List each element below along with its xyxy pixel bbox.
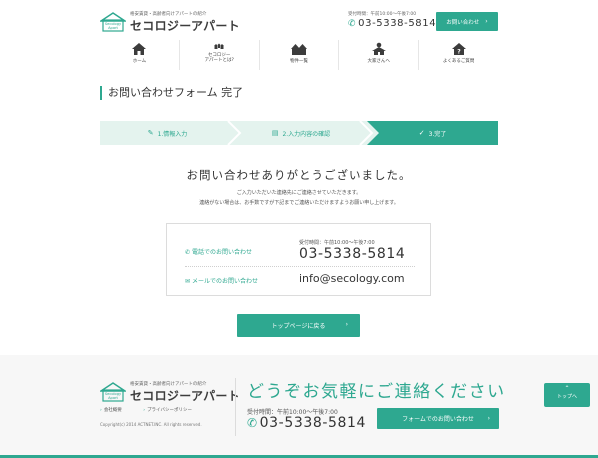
contact-hours: 受付時間：午前10:00～午後7:00	[299, 240, 375, 246]
faq-house-icon: ?	[451, 43, 466, 56]
nav-label-about: セコロジー アパートとは?	[204, 53, 234, 63]
logo-brand-name: セコロジーアパート	[130, 19, 240, 33]
nav-item-faq[interactable]: ? よくあるご質問	[419, 40, 498, 70]
footer-link-privacy-label: プライバシーポリシー	[147, 408, 192, 413]
footer-links: › 会社概要 › プライバシーポリシー	[100, 407, 212, 413]
divider	[185, 266, 415, 267]
nav-label-home: ホーム	[132, 59, 147, 64]
step-confirm-label: 2.入力内容の確認	[282, 130, 331, 138]
nav-item-properties[interactable]: 物件一覧	[260, 40, 340, 70]
footer-link-privacy[interactable]: › プライバシーポリシー	[143, 408, 202, 413]
thanks-message-line2: 連絡がない場合は、お手数ですが下記までご連絡いただけますようお願い申し上げます。	[199, 200, 399, 206]
logo-house-icon: Secology Apart	[100, 12, 126, 32]
mail-contact-label-text: メールでのお問い合わせ	[191, 278, 258, 285]
copyright: Copyright(c) 2014 ACTNET.INC. All rights…	[100, 422, 202, 427]
footer-form-contact-label: フォームでのお問い合わせ	[402, 416, 474, 423]
nav-label-properties: 物件一覧	[289, 59, 308, 64]
nav-label-faq: よくあるご質問	[442, 59, 475, 64]
header-hours: 受付時間：午前10:00～午後7:00	[348, 12, 417, 17]
document-icon: ▤	[271, 129, 279, 137]
back-to-top-page-label: トップページに戻る	[271, 323, 326, 330]
footer-phone-number: 03-5338-5814	[259, 415, 367, 431]
thanks-message-line1: ご入力いただいた連絡先にご連絡させていただきます。	[236, 190, 362, 196]
step-input-label: 1.情報入力	[157, 130, 188, 138]
nav-item-landlords[interactable]: 大家さんへ	[339, 40, 420, 70]
footer-logo-brand: セコロジーアパート	[130, 389, 240, 403]
house-icon	[132, 43, 147, 55]
footer-link-company-label: 会社概要	[103, 408, 122, 413]
chevron-right-icon: ›	[345, 321, 348, 328]
chevron-right-icon: ›	[487, 415, 490, 422]
contact-email[interactable]: info@secology.com	[299, 272, 405, 285]
footer-phone[interactable]: ✆ 03-5338-5814	[247, 415, 366, 431]
nav-item-home[interactable]: ホーム	[100, 40, 180, 70]
chevron-up-icon: ⌃	[564, 385, 570, 392]
footer-catchphrase: どうぞお気軽にご連絡ください	[247, 382, 506, 402]
footer-link-company[interactable]: › 会社概要	[100, 408, 132, 413]
phone-icon: ✆	[247, 416, 258, 430]
chevron-right-icon: ›	[143, 408, 146, 413]
mail-contact-label: ✉ メールでのお問い合わせ	[185, 276, 258, 285]
scroll-to-top-button[interactable]: ⌃ トップへ	[544, 383, 590, 407]
phone-contact-label-text: 電話でのお問い合わせ	[191, 249, 252, 256]
header-phone-number: 03-5338-5814	[358, 18, 437, 29]
svg-text:Apart: Apart	[108, 26, 118, 30]
site-header: Secology Apart 格安賃貸・高齢者向けアパートの紹介 セコロジーアパ…	[0, 0, 598, 72]
site-footer: Secology Apart 格安賃貸・高齢者向けアパートの紹介 セコロジーアパ…	[0, 355, 598, 458]
site-logo[interactable]: Secology Apart 格安賃貸・高齢者向けアパートの紹介 セコロジーアパ…	[100, 10, 240, 34]
header-contact-button[interactable]: お問い合わせ ›	[436, 12, 498, 31]
nav-item-about[interactable]: セコロジー アパートとは?	[180, 40, 260, 70]
nav-label-landlords: 大家さんへ	[367, 59, 391, 64]
envelope-icon: ✉	[185, 278, 192, 285]
back-to-top-page-button[interactable]: トップページに戻る ›	[237, 314, 360, 337]
contact-phone-number[interactable]: 03-5338-5814	[299, 246, 405, 262]
page-title: お問い合わせフォーム 完了	[100, 86, 243, 100]
global-nav: ホーム セコロジー アパートとは? 物件一覧 大家さんへ ? よくあるご質問	[100, 40, 498, 70]
phone-contact-row: ✆ 電話でのお問い合わせ 受付時間：午前10:00～午後7:00 03-5338…	[185, 237, 415, 263]
footer-form-contact-button[interactable]: フォームでのお問い合わせ ›	[377, 408, 499, 429]
check-circle-icon: ✓	[418, 129, 425, 137]
footer-divider	[235, 378, 236, 436]
step-confirm: ▤ 2.入力内容の確認	[235, 121, 367, 145]
footer-logo[interactable]: Secology Apart 格安賃貸・高齢者向けアパートの紹介 セコロジーアパ…	[100, 380, 240, 404]
buildings-icon	[290, 44, 307, 55]
pencil-icon: ✎	[147, 129, 154, 137]
header-contact-button-label: お問い合わせ	[446, 19, 480, 26]
contact-box: ✆ 電話でのお問い合わせ 受付時間：午前10:00～午後7:00 03-5338…	[166, 223, 431, 296]
scroll-to-top-label: トップへ	[556, 394, 577, 400]
chevron-right-icon: ›	[485, 18, 488, 25]
chevron-right-icon: ›	[100, 408, 102, 413]
header-contact: 受付時間：午前10:00～午後7:00 ✆ 03-5338-5814	[348, 11, 436, 29]
phone-contact-label: ✆ 電話でのお問い合わせ	[185, 247, 252, 256]
landlord-icon	[371, 42, 386, 55]
mail-contact-row: ✉ メールでのお問い合わせ info@secology.com	[185, 270, 415, 288]
thanks-heading: お問い合わせありがとうございました。	[186, 168, 412, 182]
step-complete: ✓ 3.完了	[367, 121, 498, 145]
step-complete-label: 3.完了	[428, 130, 447, 138]
phone-icon: ✆	[185, 249, 192, 256]
phone-icon: ✆	[348, 19, 357, 29]
step-input: ✎ 1.情報入力	[100, 121, 235, 145]
svg-text:Apart: Apart	[108, 396, 118, 400]
header-phone[interactable]: ✆ 03-5338-5814	[348, 18, 436, 29]
svg-text:?: ?	[457, 49, 461, 56]
form-steps: ✎ 1.情報入力 ▤ 2.入力内容の確認 ✓ 3.完了	[100, 121, 498, 145]
logo-house-icon: Secology Apart	[100, 382, 126, 402]
